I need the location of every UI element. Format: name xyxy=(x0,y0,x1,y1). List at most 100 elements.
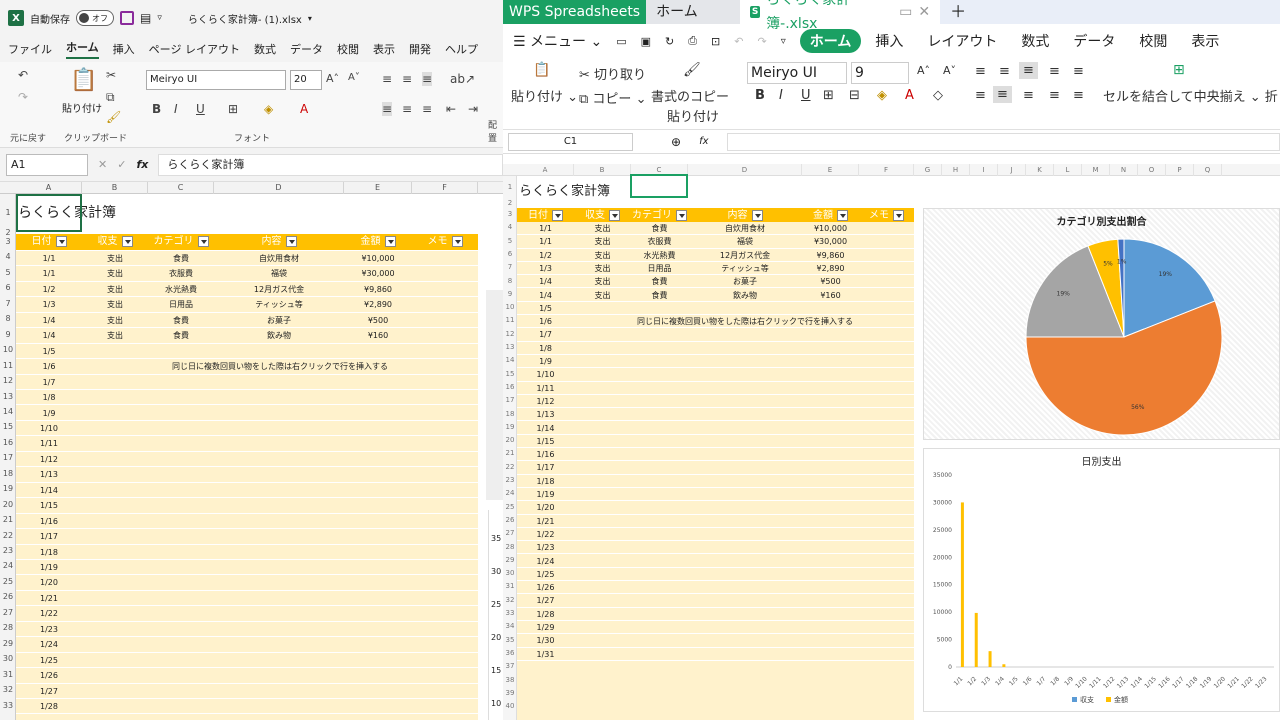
wps-name-box[interactable]: C1 xyxy=(508,132,633,151)
row-header[interactable]: 20 xyxy=(0,497,16,512)
wps-shrink-font-icon[interactable]: A˅ xyxy=(943,64,956,77)
wps-table-cell[interactable]: ティッシュ等 xyxy=(688,262,802,275)
wps-table-row[interactable]: 1/28 xyxy=(517,608,914,621)
wps-table-cell[interactable]: 1/19 xyxy=(517,488,574,501)
table-cell[interactable]: 1/11 xyxy=(16,436,82,451)
table-cell[interactable]: 1/16 xyxy=(16,514,82,529)
col-header[interactable]: D xyxy=(214,182,344,194)
wps-align-center-icon[interactable]: ≡ xyxy=(993,86,1012,103)
wps-justify-icon[interactable]: ≡ xyxy=(1049,88,1060,103)
wps-table-cell[interactable]: ¥2,890 xyxy=(802,262,859,275)
wps-format-paste-label[interactable]: 貼り付け xyxy=(667,106,719,125)
wps-table-row[interactable]: 1/13 xyxy=(517,408,914,422)
wps-menu-review[interactable]: 校閲 xyxy=(1139,31,1167,51)
wps-row-header[interactable]: 12 xyxy=(503,328,517,341)
wps-app-tab[interactable]: WPS Spreadsheets xyxy=(503,0,647,24)
menu-help[interactable]: ヘルプ xyxy=(445,41,478,57)
italic-icon[interactable]: I xyxy=(174,102,178,116)
table-cell[interactable]: お菓子 xyxy=(214,313,344,328)
wps-sheet-title[interactable]: らくらく家計簿 xyxy=(519,180,610,199)
wps-merge-button[interactable]: セルを結合して中央揃え ⌄ 折 xyxy=(1103,86,1278,105)
row-header[interactable]: 10 xyxy=(0,342,16,357)
menu-formulas[interactable]: 数式 xyxy=(254,41,276,57)
wps-col-header[interactable]: P xyxy=(1166,164,1194,176)
filter-icon[interactable] xyxy=(197,235,209,247)
wps-align-middle-icon[interactable]: ≡ xyxy=(999,64,1010,79)
table-row[interactable]: 1/5 xyxy=(16,344,478,360)
wps-outdent-icon[interactable]: ≡ xyxy=(1073,64,1084,79)
table-cell[interactable]: 食費 xyxy=(148,313,214,328)
table-row[interactable]: 1/11 xyxy=(16,436,478,452)
table-cell[interactable]: ¥10,000 xyxy=(344,251,412,266)
grow-font-icon[interactable]: A˄ xyxy=(326,72,339,85)
menu-review[interactable]: 校閲 xyxy=(337,41,359,57)
wps-row-header[interactable]: 1 xyxy=(503,176,517,198)
wps-table-row[interactable]: 1/7 xyxy=(517,328,914,342)
wps-table-row[interactable]: 1/10 xyxy=(517,368,914,382)
table-cell[interactable]: 12月ガス代金 xyxy=(214,282,344,297)
wps-table-cell[interactable]: 12月ガス代金 xyxy=(688,249,802,262)
table-cell[interactable]: 支出 xyxy=(82,328,148,343)
wps-cut-button[interactable]: ✂ 切り取り xyxy=(579,64,646,83)
wps-row-header[interactable]: 36 xyxy=(503,647,517,660)
menu-view[interactable]: 表示 xyxy=(373,41,395,57)
wps-col-header[interactable]: A xyxy=(517,164,574,176)
col-header[interactable]: A xyxy=(16,182,82,194)
wps-fill-icon[interactable]: ◈ xyxy=(877,88,887,103)
wps-copy-button[interactable]: ⧉ コピー ⌄ xyxy=(579,88,646,107)
filter-icon[interactable] xyxy=(55,235,67,247)
row-header[interactable]: 4 xyxy=(0,249,16,264)
wps-distribute-icon[interactable]: ≡ xyxy=(1073,88,1084,103)
wps-table-cell[interactable]: ¥160 xyxy=(802,289,859,302)
wps-filter-icon[interactable] xyxy=(609,209,620,221)
wps-row-header[interactable]: 2 xyxy=(503,198,517,208)
wps-filter-icon[interactable] xyxy=(751,209,763,221)
table-cell[interactable]: 1/22 xyxy=(16,606,82,621)
table-cell[interactable]: 1/21 xyxy=(16,591,82,606)
wps-table-cell[interactable]: 食費 xyxy=(631,289,688,302)
wps-row-header[interactable]: 33 xyxy=(503,607,517,620)
tab-close-icon[interactable]: ✕ xyxy=(918,0,930,24)
wps-table-row[interactable]: 1/23 xyxy=(517,541,914,555)
wps-indent-icon[interactable]: ≡ xyxy=(1049,64,1060,79)
wps-row-header[interactable]: 28 xyxy=(503,541,517,554)
row-header[interactable]: 3 xyxy=(0,234,16,249)
wps-row-header[interactable]: 38 xyxy=(503,674,517,687)
table-cell[interactable]: 日用品 xyxy=(148,297,214,312)
wps-table-row[interactable]: 1/15 xyxy=(517,435,914,449)
wps-row-header[interactable]: 3 xyxy=(503,208,517,221)
wps-table-cell[interactable]: 1/25 xyxy=(517,568,574,581)
table-row[interactable]: 1/15 xyxy=(16,498,478,514)
wps-align-left-icon[interactable]: ≡ xyxy=(975,88,986,103)
wps-table-cell[interactable]: 支出 xyxy=(574,235,631,248)
wps-table-cell[interactable]: 水光熱費 xyxy=(631,249,688,262)
wps-row-header[interactable]: 27 xyxy=(503,527,517,540)
wps-merge-icon[interactable]: ⊞ xyxy=(1173,62,1185,78)
row-header[interactable]: 19 xyxy=(0,481,16,496)
dropdown-icon[interactable]: ▿ xyxy=(157,13,162,23)
row-header[interactable]: 9 xyxy=(0,327,16,342)
table-cell[interactable]: 1/24 xyxy=(16,637,82,652)
redo-icon[interactable]: ↷ xyxy=(18,90,28,104)
wps-row-header[interactable]: 7 xyxy=(503,261,517,274)
row-header[interactable]: 31 xyxy=(0,667,16,682)
wps-col-header[interactable]: I xyxy=(970,164,998,176)
wps-format-copy-label[interactable]: 書式のコピー xyxy=(651,86,729,105)
table-cell[interactable]: 1/18 xyxy=(16,545,82,560)
table-cell[interactable]: 1/8 xyxy=(16,390,82,405)
wps-row-header[interactable]: 18 xyxy=(503,408,517,421)
row-header[interactable]: 17 xyxy=(0,450,16,465)
wps-table-cell[interactable]: 衣服費 xyxy=(631,235,688,248)
wps-filter-icon[interactable] xyxy=(837,209,848,221)
paste-icon[interactable]: 📋 xyxy=(70,68,97,93)
wps-table-row[interactable]: 1/5 xyxy=(517,302,914,316)
font-name-select[interactable]: Meiryo UI xyxy=(146,70,286,90)
table-cell[interactable]: 1/25 xyxy=(16,653,82,668)
col-header[interactable]: F xyxy=(412,182,478,194)
copy-icon[interactable]: ⧉ xyxy=(106,90,115,105)
wps-cellstyle-icon[interactable]: ⊟ xyxy=(849,88,860,103)
bar[interactable] xyxy=(988,651,992,667)
align-left-icon[interactable]: ≡ xyxy=(382,102,393,116)
wps-menu-main[interactable]: ☰ メニュー ⌄ xyxy=(513,31,602,51)
wps-row-header[interactable]: 8 xyxy=(503,275,517,288)
